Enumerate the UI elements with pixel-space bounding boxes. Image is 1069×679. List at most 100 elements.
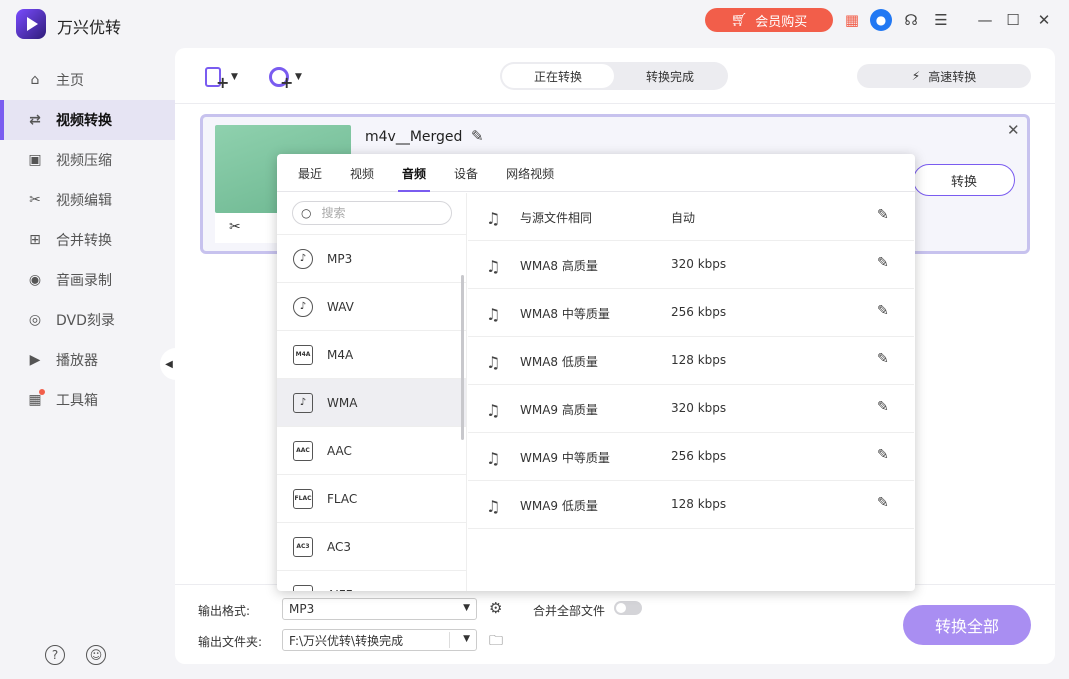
format-item-wav[interactable]: ♪ WAV xyxy=(277,282,466,330)
format-list-scrollbar[interactable] xyxy=(461,275,464,440)
close-window-icon[interactable]: ✕ xyxy=(1034,10,1054,30)
gift-icon[interactable]: ▦ xyxy=(842,10,862,30)
edit-name-icon[interactable]: ✎ xyxy=(471,127,484,145)
scissors-icon[interactable]: ✂ xyxy=(229,219,241,235)
audio-format-icon: AC3 xyxy=(293,536,313,557)
preset-row[interactable]: ♫ WMA8 高质量 320 kbps ✎ xyxy=(468,241,914,289)
format-item-ac3[interactable]: AC3 AC3 xyxy=(277,522,466,570)
chevron-down-icon: ▼ xyxy=(231,72,238,82)
close-icon[interactable]: ✕ xyxy=(1007,121,1020,139)
sidebar-item-merge[interactable]: ⊞ 合并转换 xyxy=(0,220,175,260)
preset-bitrate: 128 kbps xyxy=(671,353,727,367)
edit-preset-icon[interactable]: ✎ xyxy=(877,207,889,223)
preset-row[interactable]: ♫ 与源文件相同 自动 ✎ xyxy=(468,193,914,241)
sidebar-item-label: 合并转换 xyxy=(56,233,112,249)
tab-format-category[interactable]: 网络视频 xyxy=(506,154,554,192)
preset-name: WMA9 低质量 xyxy=(520,499,598,513)
vip-purchase-label: 会员购买 xyxy=(755,14,808,30)
preset-row[interactable]: ♫ WMA9 中等质量 256 kbps ✎ xyxy=(468,433,914,481)
edit-preset-icon[interactable]: ✎ xyxy=(877,447,889,463)
format-item-m4a[interactable]: M4A M4A xyxy=(277,330,466,378)
add-file-icon: + xyxy=(203,65,229,91)
output-format-value: MP3 xyxy=(289,602,315,616)
minimize-icon[interactable]: — xyxy=(975,10,995,30)
preset-name: 与源文件相同 xyxy=(520,211,593,225)
edit-preset-icon[interactable]: ✎ xyxy=(877,255,889,271)
music-note-icon: ♫ xyxy=(486,305,501,324)
user-avatar-icon[interactable]: ● xyxy=(870,9,892,31)
format-settings-icon[interactable]: ⚙ xyxy=(489,599,502,617)
sidebar-item-player[interactable]: ▶ 播放器 xyxy=(0,340,175,380)
music-note-icon: ♫ xyxy=(486,209,501,228)
music-note-icon: ♫ xyxy=(486,353,501,372)
edit-preset-icon[interactable]: ✎ xyxy=(877,495,889,511)
edit-preset-icon[interactable]: ✎ xyxy=(877,399,889,415)
preset-name: WMA9 高质量 xyxy=(520,403,598,417)
file-name: m4v__Merged xyxy=(365,129,463,145)
tab-converting[interactable]: 正在转换 xyxy=(502,64,614,88)
format-item-label: AIFF xyxy=(327,588,353,592)
folder-icon[interactable]: 🗀︎ xyxy=(489,630,503,654)
audio-format-icon: AIFF xyxy=(293,584,313,591)
edit-preset-icon[interactable]: ✎ xyxy=(877,303,889,319)
preset-row[interactable]: ♫ WMA8 中等质量 256 kbps ✎ xyxy=(468,289,914,337)
sidebar-item-label: 视频转换 xyxy=(56,113,112,129)
turbo-convert-button[interactable]: ⚡︎ 高速转换 xyxy=(857,64,1031,88)
cart-icon: 🛒︎ xyxy=(730,12,748,28)
sidebar-item-home[interactable]: ⌂ 主页 xyxy=(0,60,175,100)
sidebar-item-convert[interactable]: ⇄ 视频转换 xyxy=(0,100,175,140)
add-file-button[interactable]: + ▼ xyxy=(203,63,247,91)
edit-preset-icon[interactable]: ✎ xyxy=(877,351,889,367)
vip-purchase-button[interactable]: 🛒︎ 会员购买 xyxy=(705,8,833,32)
output-folder-select[interactable]: F:\万兴优转\转换完成 ▼ xyxy=(282,629,477,651)
tab-completed[interactable]: 转换完成 xyxy=(614,64,726,88)
output-format-select[interactable]: MP3 ▼ xyxy=(282,598,477,620)
convert-all-button[interactable]: 转换全部 xyxy=(903,605,1031,645)
feedback-icon[interactable]: ☺ xyxy=(86,645,106,665)
add-media-button[interactable]: + ▼ xyxy=(267,63,311,91)
sidebar-item-toolbox[interactable]: ▦ 工具箱 xyxy=(0,380,175,420)
merge-all-toggle[interactable] xyxy=(614,601,642,615)
search-input[interactable] xyxy=(321,206,432,220)
preset-list: ♫ 与源文件相同 自动 ✎ ♫ WMA8 高质量 320 kbps ✎ ♫ WMA8 中等质量 25… xyxy=(468,193,914,591)
format-item-flac[interactable]: FLAC FLAC xyxy=(277,474,466,522)
help-icon[interactable]: ? xyxy=(45,645,65,665)
sidebar-item-label: 主页 xyxy=(56,73,84,89)
chevron-down-icon: ▼ xyxy=(463,634,470,644)
tab-format-category[interactable]: 视频 xyxy=(350,154,374,192)
tab-format-category[interactable]: 音频 xyxy=(398,154,431,192)
preset-row[interactable]: ♫ WMA9 高质量 320 kbps ✎ xyxy=(468,385,914,433)
tab-format-category[interactable]: 设备 xyxy=(454,154,478,192)
format-item-aac[interactable]: AAC AAC xyxy=(277,426,466,474)
format-item-mp3[interactable]: ♪ MP3 xyxy=(277,234,466,282)
output-format-label: 输出格式: xyxy=(198,604,251,618)
home-icon: ⌂ xyxy=(30,72,40,88)
format-item-label: MP3 xyxy=(327,251,353,266)
preset-row[interactable]: ♫ WMA9 低质量 128 kbps ✎ xyxy=(468,481,914,529)
preset-name: WMA8 低质量 xyxy=(520,355,598,369)
format-item-wma[interactable]: ♪ WMA xyxy=(277,378,466,426)
sidebar-item-record[interactable]: ◉ 音画录制 xyxy=(0,260,175,300)
convert-button[interactable]: 转换 xyxy=(913,164,1015,196)
format-item-label: FLAC xyxy=(327,491,358,506)
sidebar-item-compress[interactable]: ▣ 视频压缩 xyxy=(0,140,175,180)
sidebar-item-dvd[interactable]: ◎ DVD刻录 xyxy=(0,300,175,340)
music-note-icon: ♫ xyxy=(486,257,501,276)
preset-bitrate: 128 kbps xyxy=(671,497,727,511)
preset-row[interactable]: ♫ WMA8 低质量 128 kbps ✎ xyxy=(468,337,914,385)
sidebar: ⌂ 主页 ⇄ 视频转换 ▣ 视频压缩 ✂ 视频编辑 ⊞ 合并转换 ◉ 音画录制 ◎ DVD刻录 ▶ 播放器 ▦ 工… xyxy=(0,60,175,420)
output-folder-value: F:\万兴优转\转换完成 xyxy=(289,633,404,648)
format-item-aiff[interactable]: AIFF AIFF xyxy=(277,570,466,592)
menu-icon[interactable]: ☰ xyxy=(931,10,951,30)
tab-format-category[interactable]: 最近 xyxy=(298,154,322,192)
dvd-icon: ◎ xyxy=(28,312,42,328)
sidebar-item-label: 工具箱 xyxy=(56,393,98,409)
headset-icon[interactable]: ☊ xyxy=(901,10,921,30)
format-list: ♪ MP3 ♪ WAV M4A M4A ♪ WMA AAC AAC FLAC FLAC AC3 AC3 AI… xyxy=(277,234,466,592)
maximize-icon[interactable]: ☐ xyxy=(1003,10,1023,30)
merge-all-label: 合并全部文件 xyxy=(533,604,606,618)
preset-name: WMA8 高质量 xyxy=(520,259,598,273)
sidebar-item-scissors[interactable]: ✂ 视频编辑 xyxy=(0,180,175,220)
scissors-icon: ✂ xyxy=(29,192,41,208)
format-search[interactable]: ○ xyxy=(292,201,452,225)
